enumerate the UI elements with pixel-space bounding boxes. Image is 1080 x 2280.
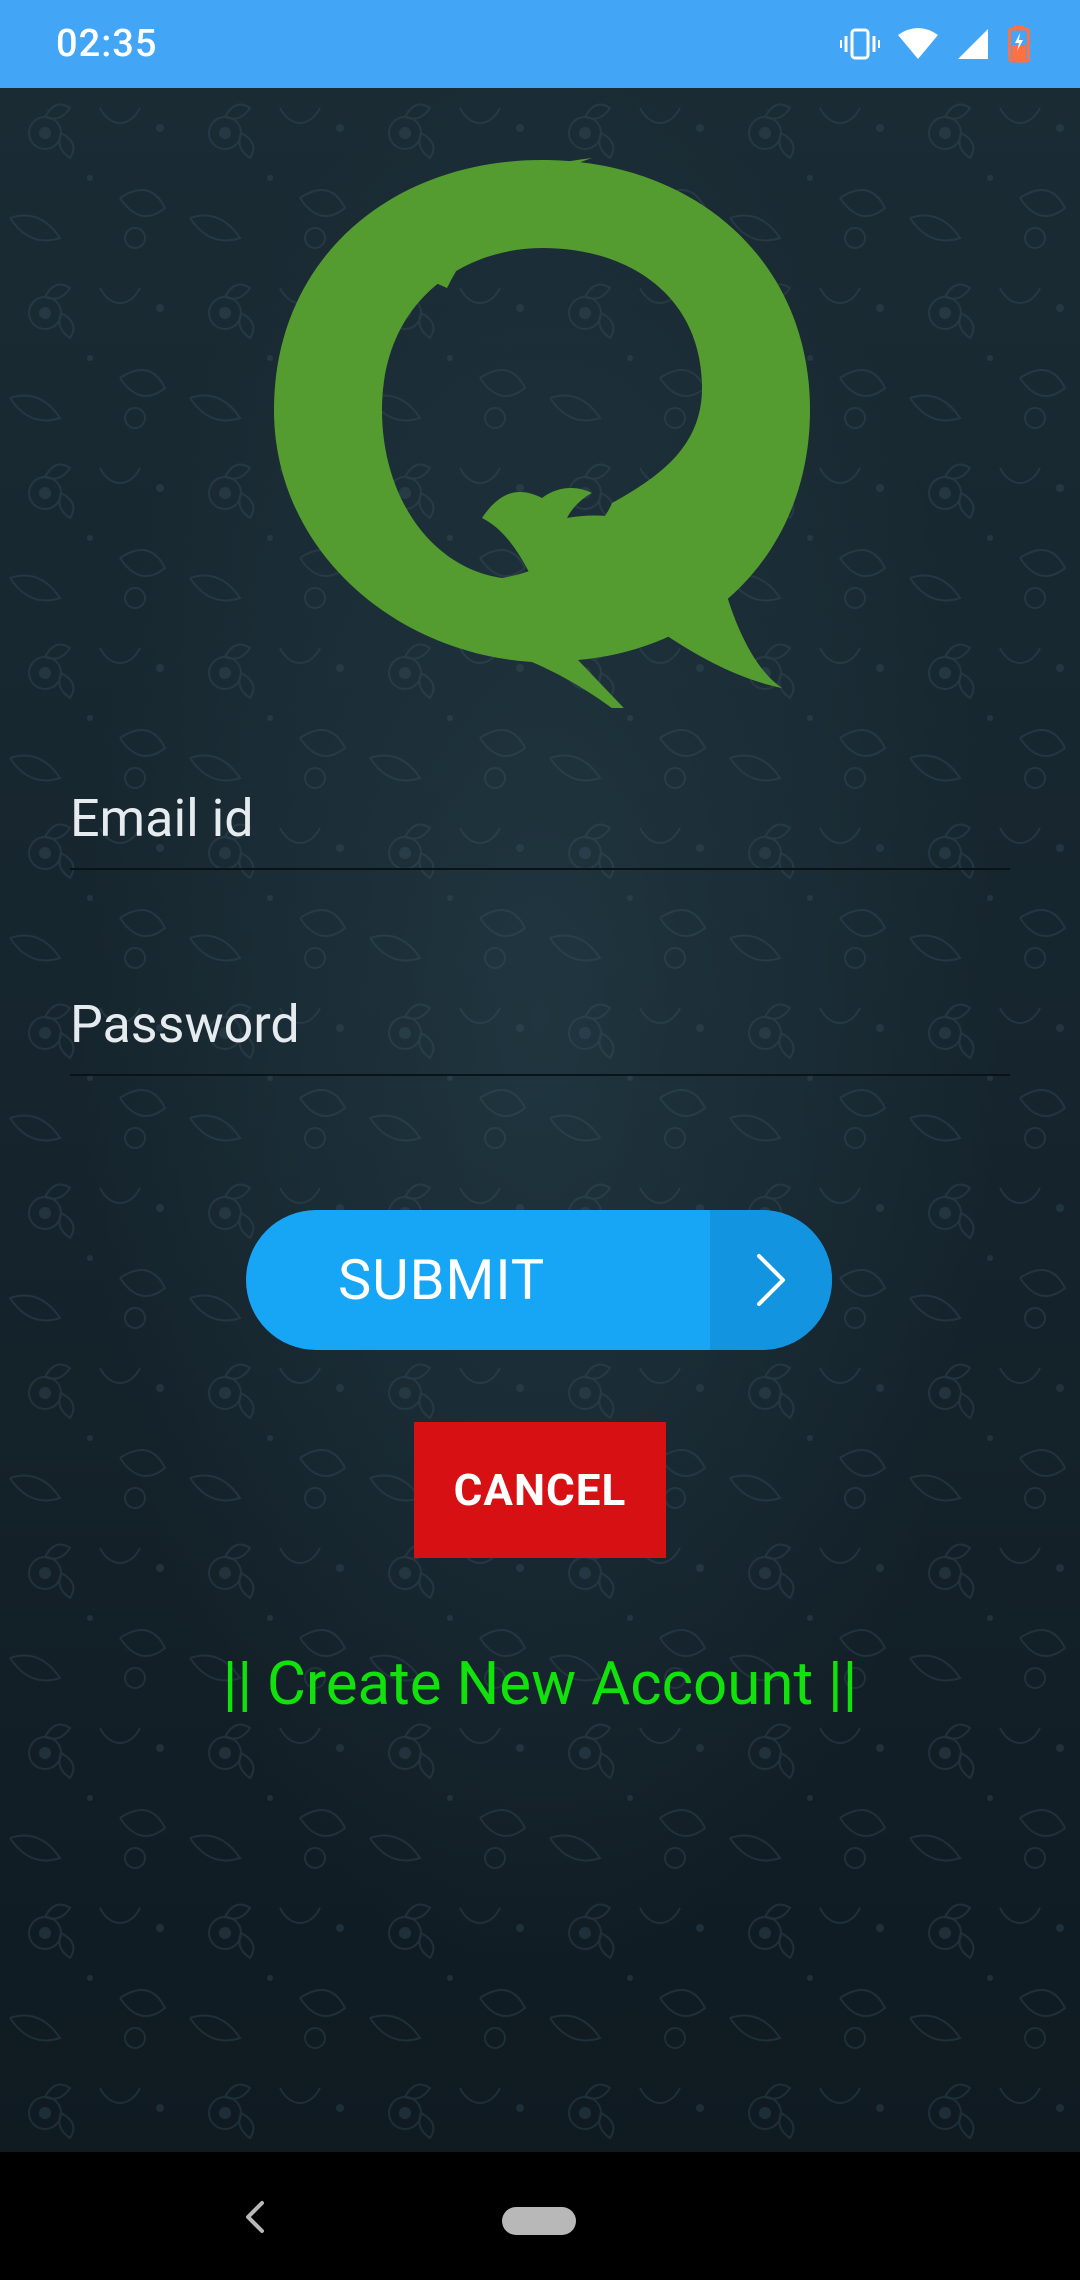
email-field-container (70, 768, 1010, 870)
q-bird-logo (274, 158, 810, 708)
wifi-icon (898, 27, 938, 61)
home-pill-icon[interactable] (502, 2207, 576, 2235)
cancel-button[interactable]: CANCEL (414, 1422, 666, 1558)
navigation-bar (0, 2152, 1080, 2280)
back-icon[interactable] (230, 2192, 280, 2242)
login-screen: SUBMIT CANCEL || Create New Account || (0, 88, 1080, 2152)
chevron-right-icon (757, 1254, 785, 1306)
submit-arrow-area (710, 1210, 832, 1350)
submit-label: SUBMIT (338, 1247, 546, 1313)
status-time: 02:35 (56, 22, 158, 66)
status-bar: 02:35 (0, 0, 1080, 88)
password-field-container (70, 974, 1010, 1076)
email-input[interactable] (70, 768, 1010, 868)
password-input[interactable] (70, 974, 1010, 1074)
signal-icon (956, 27, 990, 61)
status-icons (840, 24, 1030, 64)
create-new-account-link[interactable]: || Create New Account || (0, 1648, 1080, 1719)
vibrate-icon (840, 26, 880, 62)
battery-icon (1008, 25, 1030, 63)
submit-button[interactable]: SUBMIT (246, 1210, 832, 1350)
